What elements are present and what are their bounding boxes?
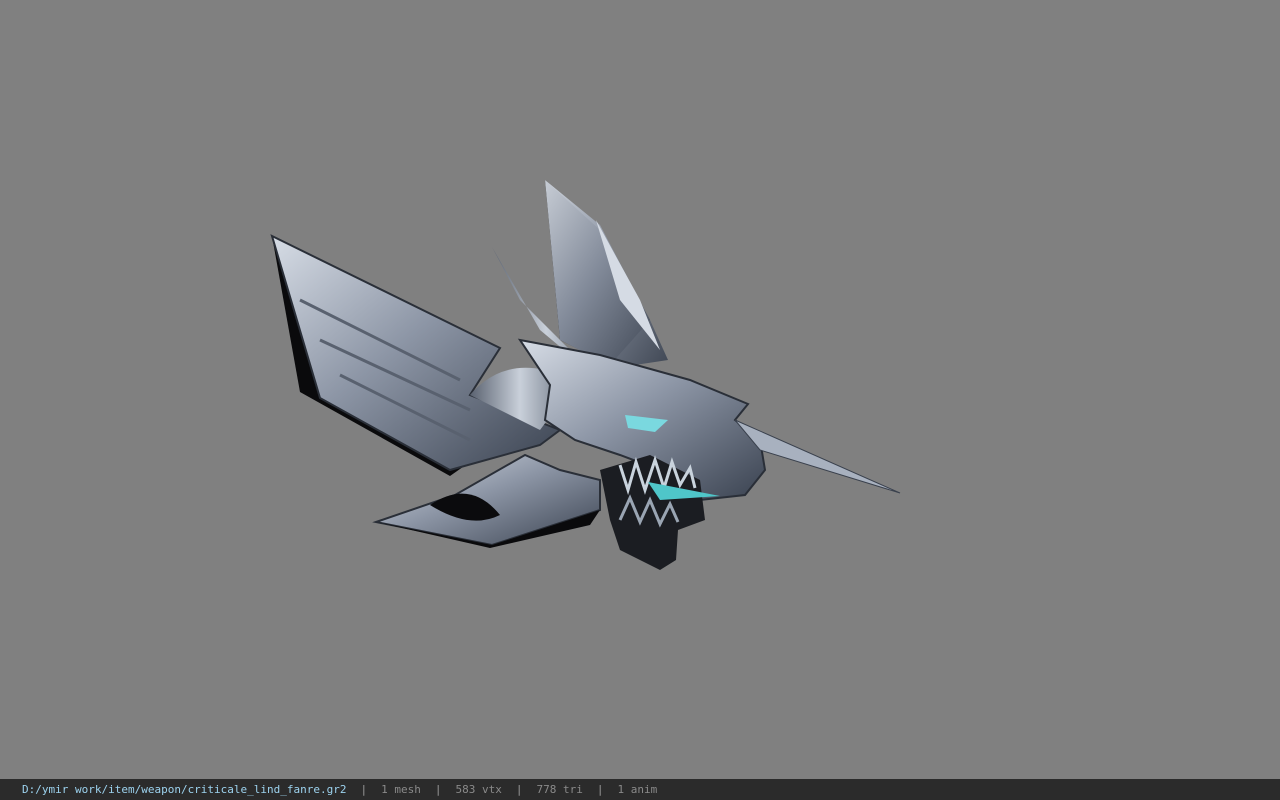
status-bar: D:/ymir work/item/weapon/criticale_lind_…: [0, 779, 1280, 800]
animation-count: 1 anim: [617, 783, 658, 796]
separator: |: [434, 783, 442, 796]
vertex-count: 583 vtx: [455, 783, 502, 796]
file-path: D:/ymir work/item/weapon/criticale_lind_…: [22, 783, 347, 796]
separator: |: [515, 783, 523, 796]
triangle-count: 778 tri: [536, 783, 583, 796]
3d-viewport[interactable]: [0, 0, 1280, 779]
separator: |: [360, 783, 368, 796]
mesh-count: 1 mesh: [381, 783, 421, 796]
dragon-head-weapon-model-icon[interactable]: [0, 0, 1280, 779]
separator: |: [596, 783, 604, 796]
